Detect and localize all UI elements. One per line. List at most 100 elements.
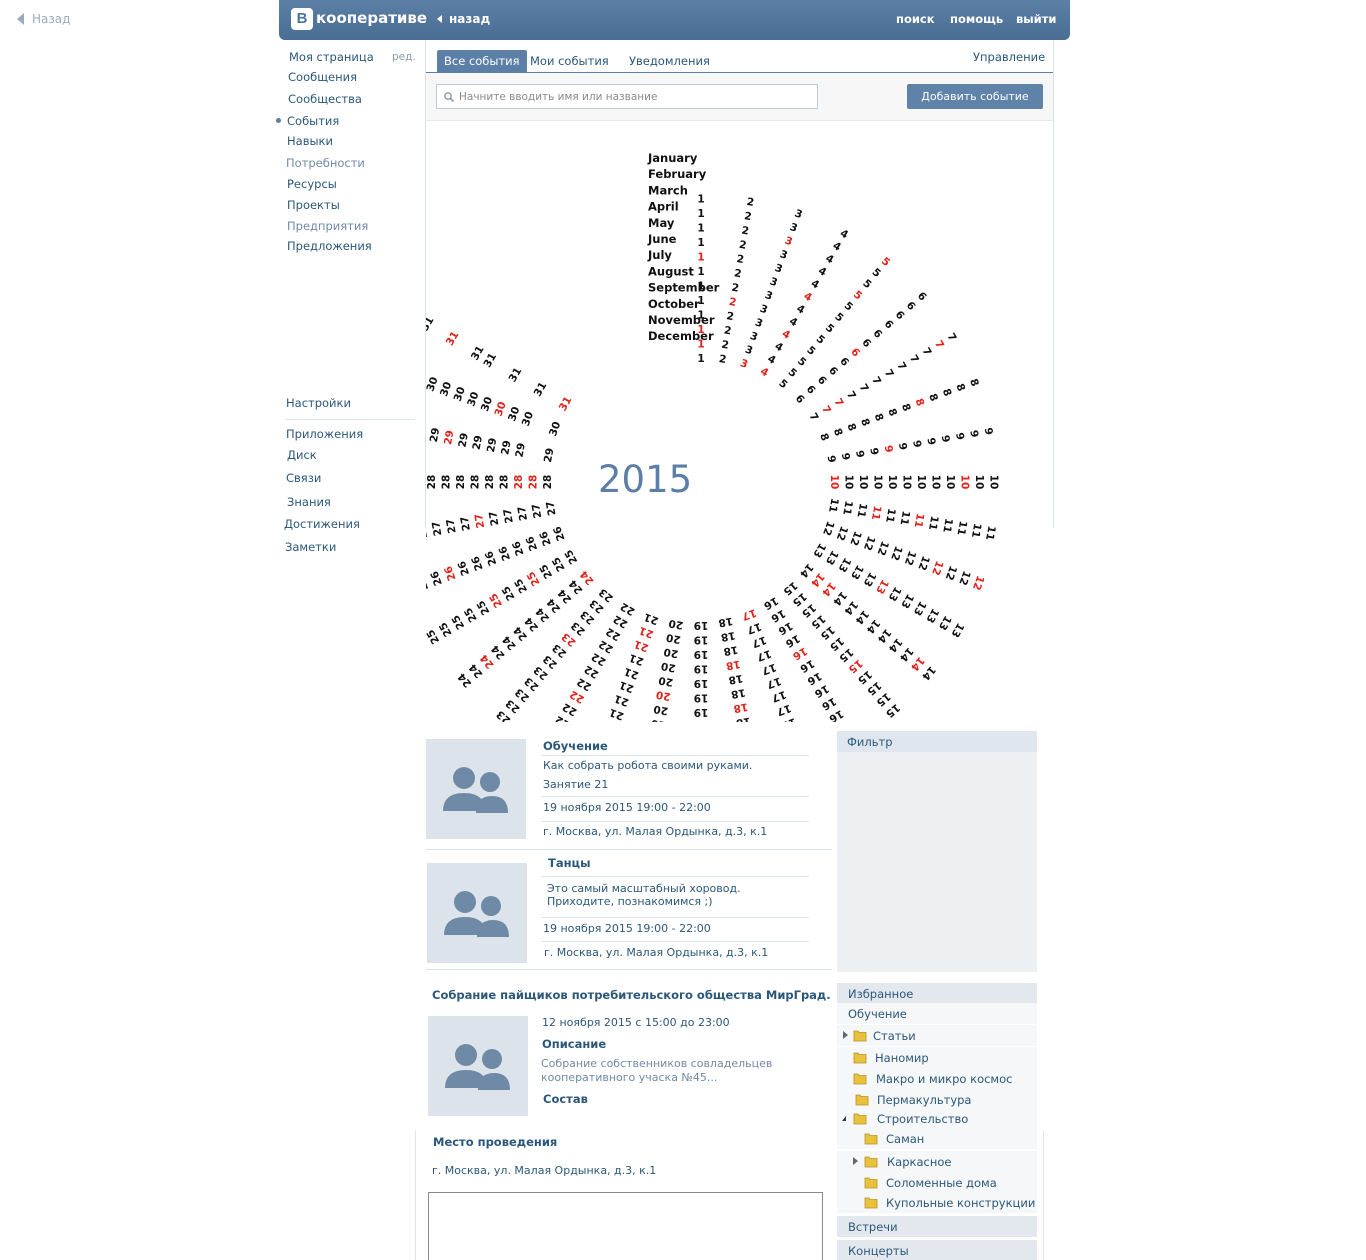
calendar-day: 6 (848, 346, 862, 359)
tab-my-events[interactable]: Мои события (523, 50, 616, 72)
calendar-day: 4 (823, 252, 835, 266)
meeting-title[interactable]: Собрание пайщиков потребительского общес… (432, 988, 831, 1002)
tab-all-events[interactable]: Все события (437, 50, 527, 72)
calendar-day: 4 (838, 227, 850, 241)
nav-offers[interactable]: Предложения (287, 239, 372, 253)
event-avatar[interactable] (427, 863, 527, 963)
calendar-day: 6 (904, 299, 918, 312)
venue-address: г. Москва, ул. Малая Ордынка, д.3, к.1 (432, 1164, 657, 1177)
back-arrow-icon (437, 15, 442, 23)
calendar-day: 10 (843, 475, 855, 490)
nav-events[interactable]: События (287, 114, 339, 128)
calendar-day: 3 (788, 221, 799, 235)
calendar-day: 7 (932, 338, 946, 350)
tree-folder-dome[interactable]: Купольные конструкции (837, 1192, 1037, 1213)
calendar-month-label: May (648, 216, 675, 230)
tree-folder-permaculture[interactable]: Пермакультура (837, 1089, 1037, 1110)
collapse-arrow-icon[interactable] (842, 1116, 846, 1121)
search-input[interactable] (436, 84, 818, 109)
nav-notes[interactable]: Заметки (285, 540, 336, 554)
calendar-day: 11 (983, 525, 997, 541)
calendar-month-label: November (648, 313, 715, 327)
tree-learning[interactable]: Обучение (837, 1003, 1037, 1024)
nav-messages[interactable]: Сообщения (288, 70, 357, 84)
event-title[interactable]: Танцы (548, 856, 590, 870)
calendar-day: 9 (853, 449, 866, 458)
calendar-day: 9 (825, 454, 838, 463)
calendar-day: 10 (828, 475, 840, 490)
calendar-day: 8 (953, 382, 967, 393)
filter-label: Фильтр (847, 735, 893, 749)
filter-panel[interactable] (837, 752, 1037, 972)
nav-settings[interactable]: Настройки (286, 396, 351, 410)
header-help-link[interactable]: помощь (950, 12, 1003, 26)
calendar-day: 11 (883, 507, 897, 523)
meeting-members-link[interactable]: Состав (543, 1092, 588, 1106)
nav-communities[interactable]: Сообщества (288, 92, 362, 106)
nav-my-page[interactable]: Моя страница (289, 50, 374, 64)
tree-concerts[interactable]: Концерты (837, 1240, 1037, 1260)
tree-folder-articles[interactable]: Статьи (837, 1025, 1037, 1046)
nav-needs[interactable]: Потребности (286, 156, 365, 170)
folder-icon (864, 1197, 878, 1209)
header-back-link[interactable]: назад (437, 12, 490, 26)
calendar-day: 5 (870, 266, 883, 280)
tree-folder-nanomir[interactable]: Наномир (837, 1047, 1037, 1068)
calendar-day: 8 (817, 432, 831, 443)
calendar-day: 12 (820, 519, 836, 537)
calendar-day: 3 (743, 344, 754, 358)
expand-arrow-icon[interactable] (853, 1157, 858, 1165)
tab-notifications[interactable]: Уведомления (622, 50, 717, 72)
add-event-button[interactable]: Добавить событие (907, 84, 1043, 109)
manage-link[interactable]: Управление (973, 50, 1045, 64)
expand-arrow-icon[interactable] (843, 1031, 848, 1039)
calendar-day: 18 (720, 629, 736, 643)
header-logout-link[interactable]: выйти (1016, 12, 1056, 26)
calendar-day: 5 (832, 311, 845, 325)
event-divider (541, 876, 809, 877)
venue-map-box[interactable] (428, 1192, 823, 1260)
calendar-day: 7 (832, 396, 846, 408)
nav-knowledge[interactable]: Знания (287, 495, 331, 509)
calendar-day: 8 (885, 407, 899, 418)
nav-resources[interactable]: Ресурсы (287, 177, 337, 191)
nav-disk[interactable]: Диск (287, 448, 317, 462)
header-back-label: назад (449, 12, 491, 26)
nav-apps[interactable]: Приложения (286, 427, 363, 441)
nav-active-dot (276, 118, 281, 123)
nav-skills[interactable]: Навыки (287, 134, 333, 148)
tree-meetings[interactable]: Встречи (837, 1216, 1037, 1237)
event-avatar[interactable] (426, 739, 526, 839)
calendar-day: 20 (650, 717, 666, 722)
calendar-day: 26 (442, 564, 458, 582)
nav-enterprises[interactable]: Предприятия (287, 219, 368, 233)
calendar-day: 7 (894, 360, 908, 372)
header-search-link[interactable]: поиск (896, 12, 935, 26)
tree-favorites[interactable]: Избранное (837, 983, 1037, 1004)
folder-icon (853, 1030, 867, 1042)
nav-projects[interactable]: Проекты (287, 198, 340, 212)
tree-folder-frame[interactable]: Каркасное (837, 1151, 1037, 1172)
event-title[interactable]: Обучение (543, 739, 608, 753)
tree-folder-saman[interactable]: Саман (837, 1128, 1037, 1149)
tree-folder-straw[interactable]: Соломенные дома (837, 1172, 1037, 1193)
meeting-avatar[interactable] (428, 1016, 528, 1116)
tree-label: Встречи (848, 1220, 898, 1234)
nav-links[interactable]: Связи (286, 471, 321, 485)
top-header: B кооперативе назад поиск помощь выйти (279, 0, 1070, 40)
calendar-day: 3 (778, 248, 789, 262)
calendar-day: 6 (837, 355, 851, 368)
calendar-day: 19 (694, 648, 709, 660)
calendar-day: 17 (775, 702, 793, 718)
calendar-day: 6 (804, 383, 818, 396)
back-link[interactable]: Назад (17, 12, 70, 26)
calendar-day: 7 (945, 331, 959, 343)
nav-edit-link[interactable]: ред. (392, 51, 416, 63)
calendar-month-label: October (648, 297, 700, 311)
tree-folder-construction[interactable]: Строительство (837, 1108, 1037, 1129)
nav-achievements[interactable]: Достижения (284, 517, 360, 531)
calendar-day: 18 (727, 672, 743, 686)
calendar-day: 11 (940, 517, 954, 533)
calendar-day: 28 (426, 475, 438, 490)
tree-folder-macro[interactable]: Макро и микро космос (837, 1068, 1037, 1089)
